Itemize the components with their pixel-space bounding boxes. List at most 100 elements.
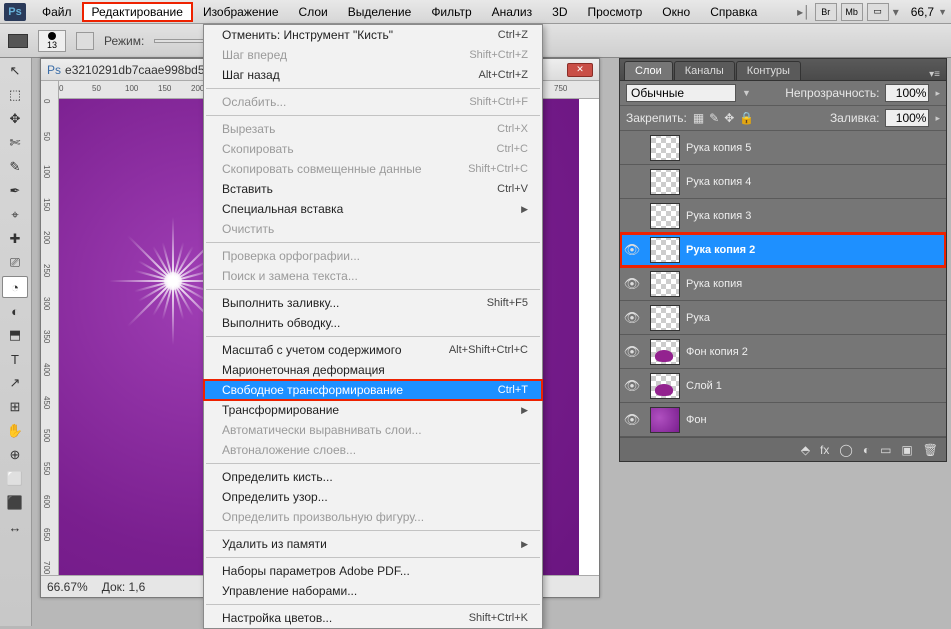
visibility-toggle[interactable]: 👁: [620, 276, 644, 292]
fx-icon[interactable]: fx: [820, 443, 829, 457]
menu-item[interactable]: Трансформирование: [204, 400, 542, 420]
layer-row[interactable]: 👁Рука копия: [620, 267, 946, 301]
fill-input[interactable]: 100%: [885, 109, 929, 127]
visibility-toggle[interactable]: 👁: [620, 378, 644, 394]
lock-pixels-icon[interactable]: ✎: [709, 111, 719, 125]
blend-mode-select[interactable]: Обычные: [626, 84, 736, 102]
menu-окно[interactable]: Окно: [652, 2, 700, 22]
menu-item[interactable]: Марионеточная деформация: [204, 360, 542, 380]
menu-3d[interactable]: 3D: [542, 2, 577, 22]
menu-item[interactable]: Управление наборами...: [204, 581, 542, 601]
menu-просмотр[interactable]: Просмотр: [577, 2, 652, 22]
menu-item[interactable]: Определить узор...: [204, 487, 542, 507]
menu-item[interactable]: Определить кисть...: [204, 467, 542, 487]
status-zoom[interactable]: 66.67%: [47, 580, 88, 594]
layer-row[interactable]: 👁 Слой 1: [620, 369, 946, 403]
tool-12[interactable]: T: [2, 348, 28, 370]
minibridge-button[interactable]: Mb: [841, 3, 863, 21]
menu-item[interactable]: Шаг назадAlt+Ctrl+Z: [204, 65, 542, 85]
menu-item[interactable]: Специальная вставка: [204, 199, 542, 219]
tool-8[interactable]: ⎚: [2, 252, 28, 274]
menu-item[interactable]: Отменить: Инструмент "Кисть"Ctrl+Z: [204, 25, 542, 45]
close-button[interactable]: ✕: [567, 63, 593, 77]
layer-row[interactable]: Рука копия 3: [620, 199, 946, 233]
panel-menu-icon[interactable]: ▾≡: [923, 69, 946, 80]
layer-row[interactable]: 👁Рука: [620, 301, 946, 335]
menu-item[interactable]: ВставитьCtrl+V: [204, 179, 542, 199]
layer-row[interactable]: 👁Рука копия 2: [620, 233, 946, 267]
status-docinfo[interactable]: Док: 1,6: [102, 580, 146, 594]
menu-редактирование[interactable]: Редактирование: [82, 2, 193, 22]
tool-10[interactable]: ◐: [2, 300, 28, 322]
tool-13[interactable]: ↗: [2, 372, 28, 394]
zoom-dropdown-icon[interactable]: ▼: [938, 7, 947, 17]
delete-layer-icon[interactable]: 🗑: [923, 443, 938, 457]
bridge-button[interactable]: Br: [815, 3, 837, 21]
brush-dot-icon: [48, 32, 56, 40]
tool-9[interactable]: ◔: [2, 276, 28, 298]
mask-icon[interactable]: ◯: [839, 443, 852, 457]
layer-thumbnail: [650, 373, 680, 399]
opacity-input[interactable]: 100%: [885, 84, 929, 102]
tool-1[interactable]: ⬚: [2, 84, 28, 106]
brush-panel-toggle[interactable]: [76, 32, 94, 50]
layer-name: Слой 1: [686, 380, 722, 392]
menu-фильтр[interactable]: Фильтр: [421, 2, 481, 22]
menu-item[interactable]: Свободное трансформированиеCtrl+T: [204, 380, 542, 400]
layer-row[interactable]: Рука копия 5: [620, 131, 946, 165]
chevron-right-icon[interactable]: ▸: [935, 88, 940, 99]
menu-item[interactable]: Настройка цветов...Shift+Ctrl+K: [204, 608, 542, 628]
tool-preset[interactable]: [8, 34, 28, 48]
adjustment-icon[interactable]: ◐: [863, 443, 870, 457]
screen-mode-button[interactable]: ▭: [867, 3, 889, 21]
layer-row[interactable]: Рука копия 4: [620, 165, 946, 199]
menu-item[interactable]: Выполнить заливку...Shift+F5: [204, 293, 542, 313]
menu-слои[interactable]: Слои: [289, 2, 338, 22]
group-icon[interactable]: ▭: [880, 443, 891, 457]
lock-position-icon[interactable]: ✥: [724, 111, 734, 125]
menu-справка[interactable]: Справка: [700, 2, 767, 22]
tool-14[interactable]: ⊞: [2, 396, 28, 418]
panel-tab-Каналы[interactable]: Каналы: [674, 61, 735, 80]
menu-item: Шаг впередShift+Ctrl+Z: [204, 45, 542, 65]
menu-выделение[interactable]: Выделение: [338, 2, 422, 22]
tool-6[interactable]: ⌖: [2, 204, 28, 226]
vertical-ruler: 0501001502002503003504004505005506006507…: [41, 81, 59, 575]
tool-17[interactable]: ⬜: [2, 468, 28, 490]
tool-7[interactable]: ✚: [2, 228, 28, 250]
collapse-icon[interactable]: ▸│: [797, 5, 811, 19]
tool-16[interactable]: ⊕: [2, 444, 28, 466]
menu-анализ[interactable]: Анализ: [482, 2, 543, 22]
tool-0[interactable]: ↖: [2, 60, 28, 82]
tool-5[interactable]: ✒: [2, 180, 28, 202]
menu-файл[interactable]: Файл: [32, 2, 82, 22]
visibility-toggle[interactable]: 👁: [620, 412, 644, 428]
tool-11[interactable]: ⬒: [2, 324, 28, 346]
visibility-toggle[interactable]: 👁: [620, 310, 644, 326]
tool-19[interactable]: ↔: [2, 516, 28, 538]
link-layers-icon[interactable]: ⬘: [801, 443, 810, 457]
lock-transparency-icon[interactable]: ▦: [693, 111, 704, 125]
workspace-switcher[interactable]: ▾: [893, 5, 899, 19]
brush-preview[interactable]: 13: [38, 30, 66, 52]
new-layer-icon[interactable]: ▣: [901, 443, 912, 457]
chevron-right-icon[interactable]: ▸: [935, 113, 940, 124]
tool-15[interactable]: ✋: [2, 420, 28, 442]
menu-item[interactable]: Наборы параметров Adobe PDF...: [204, 561, 542, 581]
menu-item[interactable]: Удалить из памяти: [204, 534, 542, 554]
panel-tab-Слои[interactable]: Слои: [624, 61, 673, 80]
menu-item: Автоматически выравнивать слои...: [204, 420, 542, 440]
layer-row[interactable]: 👁Фон копия 2: [620, 335, 946, 369]
panel-tab-Контуры[interactable]: Контуры: [736, 61, 801, 80]
tool-4[interactable]: ✎: [2, 156, 28, 178]
visibility-toggle[interactable]: 👁: [620, 344, 644, 360]
tool-3[interactable]: ✄: [2, 132, 28, 154]
lock-all-icon[interactable]: 🔒: [739, 111, 754, 125]
tool-18[interactable]: ⬛: [2, 492, 28, 514]
menu-item[interactable]: Масштаб с учетом содержимогоAlt+Shift+Ct…: [204, 340, 542, 360]
tool-2[interactable]: ✥: [2, 108, 28, 130]
menu-item[interactable]: Выполнить обводку...: [204, 313, 542, 333]
layer-row[interactable]: 👁Фон: [620, 403, 946, 437]
menu-изображение[interactable]: Изображение: [193, 2, 289, 22]
visibility-toggle[interactable]: 👁: [620, 242, 644, 258]
